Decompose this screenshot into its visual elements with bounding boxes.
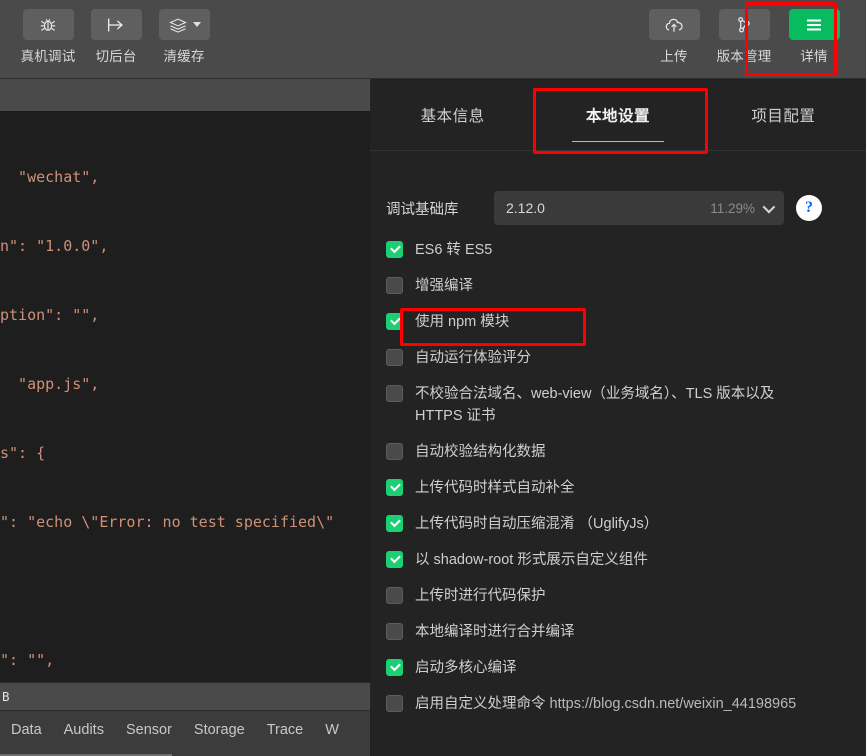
- option-auto-run-experience-score[interactable]: 自动运行体验评分: [386, 347, 866, 369]
- base-library-version: 2.12.0: [506, 200, 545, 216]
- toolbar-right-group: 上传 版本管理 详情: [640, 0, 848, 65]
- checkbox-unchecked-icon[interactable]: [386, 623, 403, 640]
- clear-cache-label: 清缓存: [163, 49, 205, 64]
- switch-background-button[interactable]: 切后台: [82, 0, 150, 65]
- watermark-url: https://blog.csdn.net/weixin_44198965: [545, 696, 797, 712]
- option-auto-validate-structured-data[interactable]: 自动校验结构化数据: [386, 441, 866, 463]
- details-button[interactable]: 详情: [780, 0, 848, 65]
- option-label-with-url: 启用自定义处理命令 https://blog.csdn.net/weixin_4…: [415, 693, 796, 715]
- option-label: 启用自定义处理命令: [415, 696, 546, 712]
- option-autocomplete-styles-on-upload[interactable]: 上传代码时样式自动补全: [386, 477, 866, 499]
- option-label: 启动多核心编译: [415, 660, 517, 676]
- code-line: ption": "",: [0, 306, 100, 324]
- checkbox-unchecked-icon[interactable]: [386, 349, 403, 366]
- devtools-tab-storage[interactable]: Storage: [183, 722, 256, 738]
- devtools-tab-sensor[interactable]: Sensor: [115, 722, 183, 738]
- checkbox-checked-icon[interactable]: [386, 551, 403, 568]
- hamburger-detail-icon: [788, 9, 840, 40]
- option-label: 不校验合法域名、web-view（业务域名）、TLS 版本以及 HTTPS 证书: [415, 386, 775, 424]
- background-switch-icon: [90, 9, 142, 40]
- real-device-debug-button[interactable]: 真机调试: [14, 0, 82, 65]
- option-label: 自动校验结构化数据: [415, 444, 546, 460]
- checkbox-checked-icon[interactable]: [386, 241, 403, 258]
- upload-button[interactable]: 上传: [640, 0, 708, 65]
- tab-local-settings[interactable]: 本地设置: [535, 79, 700, 151]
- local-settings-options: ES6 转 ES5 增强编译 使用 npm 模块 自动运行体验评分 不校验合法域…: [386, 239, 866, 715]
- base-library-percent: 11.29%: [710, 200, 755, 216]
- option-skip-domain-check[interactable]: 不校验合法域名、web-view（业务域名）、TLS 版本以及 HTTPS 证书: [386, 383, 866, 427]
- code-line: ": "",: [0, 651, 55, 669]
- option-code-protection-on-upload[interactable]: 上传时进行代码保护: [386, 585, 866, 607]
- devtools-tab-bar: Data Audits Sensor Storage Trace W: [0, 710, 370, 756]
- code-line: "app.js",: [0, 375, 100, 393]
- devtools-tab-w[interactable]: W: [314, 722, 350, 738]
- top-toolbar: 真机调试 切后台 清缓存 上传 版本管理 详情: [0, 0, 866, 79]
- details-label: 详情: [800, 49, 828, 64]
- details-panel-tabs: 基本信息 本地设置 项目配置: [370, 79, 866, 151]
- option-merge-compile-local[interactable]: 本地编译时进行合并编译: [386, 621, 866, 643]
- checkbox-unchecked-icon[interactable]: [386, 443, 403, 460]
- devtools-tab-audits[interactable]: Audits: [53, 722, 115, 738]
- option-label: 以 shadow-root 形式展示自定义组件: [415, 552, 648, 568]
- clear-cache-button[interactable]: 清缓存: [150, 0, 218, 65]
- option-label: 增强编译: [415, 278, 473, 294]
- option-label: 自动运行体验评分: [415, 350, 531, 366]
- bug-icon: [22, 9, 74, 40]
- chevron-down-icon: [192, 22, 201, 27]
- option-es6-to-es5[interactable]: ES6 转 ES5: [386, 239, 866, 261]
- layers-clear-cache-icon: [158, 9, 210, 40]
- editor-tab-strip[interactable]: [0, 79, 370, 112]
- devtools-tab-trace[interactable]: Trace: [256, 722, 315, 738]
- base-library-row: 调试基础库 2.12.0 11.29% ?: [386, 191, 866, 225]
- base-library-label: 调试基础库: [386, 201, 459, 218]
- checkbox-checked-icon[interactable]: [386, 659, 403, 676]
- checkbox-checked-icon[interactable]: [386, 515, 403, 532]
- checkbox-unchecked-icon[interactable]: [386, 695, 403, 712]
- option-label: 上传时进行代码保护: [415, 588, 546, 604]
- toolbar-left-group: 真机调试 切后台 清缓存: [14, 0, 218, 65]
- tab-basic-info[interactable]: 基本信息: [370, 79, 535, 151]
- app-window: 真机调试 切后台 清缓存 上传 版本管理 详情 "wechat", n": "1…: [0, 0, 866, 756]
- option-label: 本地编译时进行合并编译: [415, 624, 575, 640]
- code-line: n": "1.0.0",: [0, 237, 109, 255]
- option-uglify-on-upload[interactable]: 上传代码时自动压缩混淆 （UglifyJs）: [386, 513, 866, 535]
- option-enhanced-compile[interactable]: 增强编译: [386, 275, 866, 297]
- code-line: ": "echo \"Error: no test specified\": [0, 513, 335, 531]
- option-shadow-root-components[interactable]: 以 shadow-root 形式展示自定义组件: [386, 549, 866, 571]
- chevron-down-icon: [762, 200, 776, 213]
- upload-label: 上传: [660, 49, 688, 64]
- checkbox-checked-icon[interactable]: [386, 479, 403, 496]
- help-icon[interactable]: ?: [796, 195, 822, 221]
- checkbox-unchecked-icon[interactable]: [386, 587, 403, 604]
- base-library-select[interactable]: 2.12.0 11.29%: [494, 191, 784, 225]
- code-line: "wechat",: [0, 168, 100, 186]
- checkbox-unchecked-icon[interactable]: [386, 277, 403, 294]
- devtools-tab-data[interactable]: Data: [0, 722, 53, 738]
- code-line: s": {: [0, 444, 46, 462]
- option-label: 上传代码时自动压缩混淆 （UglifyJs）: [415, 516, 659, 532]
- option-custom-process-command[interactable]: 启用自定义处理命令 https://blog.csdn.net/weixin_4…: [386, 693, 866, 715]
- devtools-status-bar: B: [0, 682, 370, 710]
- version-management-button[interactable]: 版本管理: [708, 0, 780, 65]
- switch-background-label: 切后台: [95, 49, 137, 64]
- option-multicore-compile[interactable]: 启动多核心编译: [386, 657, 866, 679]
- devtools-status-text: B: [2, 689, 10, 704]
- real-device-debug-label: 真机调试: [20, 49, 76, 64]
- option-use-npm-modules[interactable]: 使用 npm 模块: [386, 311, 866, 333]
- details-panel: 基本信息 本地设置 项目配置 调试基础库 2.12.0 11.29% ? ES6…: [370, 79, 866, 756]
- code-editor-pane: "wechat", n": "1.0.0", ption": "", "app.…: [0, 79, 370, 756]
- version-management-label: 版本管理: [716, 49, 772, 64]
- option-label: ES6 转 ES5: [415, 242, 493, 258]
- checkbox-unchecked-icon[interactable]: [386, 385, 403, 402]
- cloud-upload-icon: [648, 9, 700, 40]
- option-label: 上传代码时样式自动补全: [415, 480, 575, 496]
- code-content[interactable]: "wechat", n": "1.0.0", ption": "", "app.…: [0, 112, 370, 756]
- tab-project-config[interactable]: 项目配置: [701, 79, 866, 151]
- checkbox-checked-icon[interactable]: [386, 313, 403, 330]
- branch-version-icon: [718, 9, 770, 40]
- option-label: 使用 npm 模块: [415, 314, 510, 330]
